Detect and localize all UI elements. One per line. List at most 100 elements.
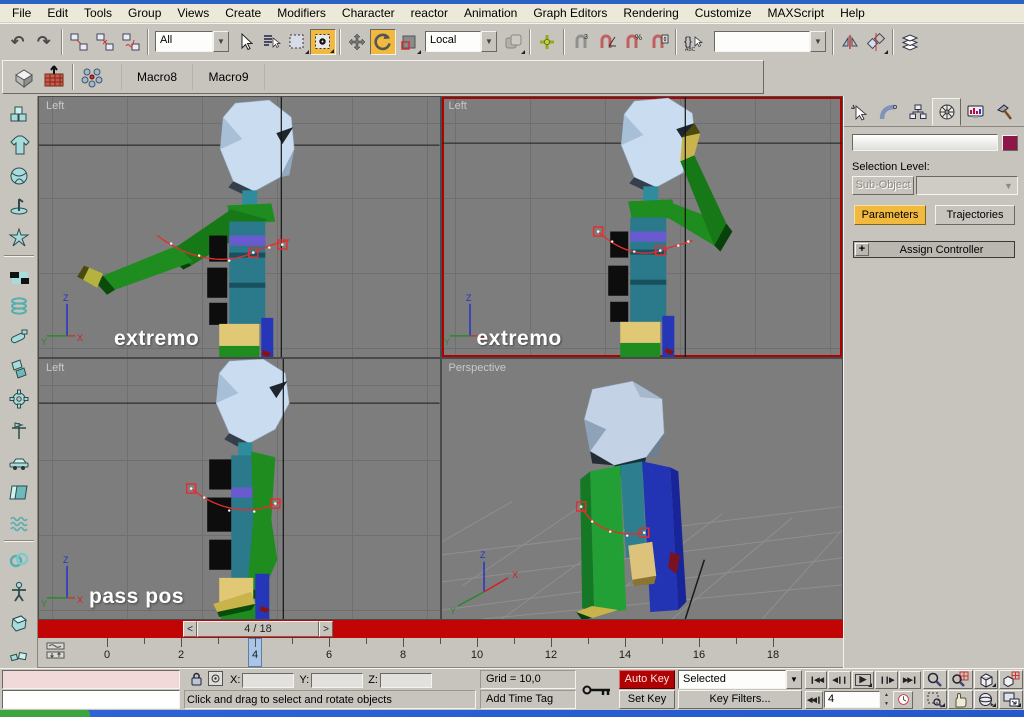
sidebar-checker-icon[interactable] (4, 260, 34, 289)
menu-modifiers[interactable]: Modifiers (269, 4, 334, 22)
character-extremo-forward[interactable] (77, 99, 295, 357)
track-bar[interactable]: 0 2 4 6 8 10 12 14 16 18 (38, 638, 843, 668)
link-button[interactable] (66, 29, 92, 55)
mirror-button[interactable] (837, 29, 863, 55)
sidebar-waves-icon[interactable] (4, 508, 34, 537)
max-box-icon[interactable] (9, 63, 39, 91)
absolute-mode-icon[interactable] (207, 670, 225, 690)
sidebar-spring-icon[interactable] (4, 291, 34, 320)
time-slider-next-button[interactable]: > (319, 621, 333, 637)
menu-file[interactable]: File (4, 4, 39, 22)
time-configuration-button[interactable] (893, 690, 913, 709)
object-color-swatch[interactable] (1002, 134, 1018, 151)
viewport-label[interactable]: Left (46, 100, 64, 112)
menu-reactor[interactable]: reactor (403, 4, 456, 22)
viewport-label[interactable]: Perspective (449, 362, 506, 374)
angle-snap-button[interactable] (594, 29, 620, 55)
panel-tab-modify[interactable] (874, 98, 903, 126)
unlink-button[interactable] (92, 29, 118, 55)
scale-button[interactable] (396, 29, 422, 55)
zoom-button[interactable] (923, 670, 948, 689)
tab-macro9[interactable]: Macro9 (193, 64, 265, 90)
viewport-label[interactable]: Left (46, 362, 64, 374)
selection-filter-dropdown[interactable]: All ▼ (155, 31, 229, 52)
sub-object-button[interactable]: Sub-Object (852, 176, 914, 195)
sidebar-ball-icon[interactable] (4, 161, 34, 190)
undo-button[interactable]: ↶ (6, 29, 32, 55)
time-slider[interactable]: 4 / 18 (197, 621, 319, 637)
add-time-tag-button[interactable]: Add Time Tag (480, 690, 576, 709)
sidebar-cubes-icon[interactable] (4, 99, 34, 128)
y-coordinate-field[interactable] (311, 672, 364, 688)
maxscript-mini-listener-pink[interactable] (2, 670, 180, 689)
snap-button[interactable]: 3 (568, 29, 594, 55)
tab-macro8[interactable]: Macro8 (121, 64, 193, 90)
viewport-label[interactable]: Left (449, 100, 467, 112)
time-slider-prev-button[interactable]: < (183, 621, 197, 637)
region-zoom-button[interactable] (923, 690, 948, 709)
layers-button[interactable] (897, 29, 923, 55)
panel-tab-hierarchy[interactable] (903, 98, 932, 126)
trajectories-tab[interactable]: Trajectories (935, 205, 1015, 225)
auto-key-button[interactable]: Auto Key (619, 670, 675, 689)
sidebar-vane-icon[interactable] (4, 415, 34, 444)
spinner-snap-button[interactable] (646, 29, 672, 55)
panel-tab-create[interactable] (845, 98, 874, 126)
zoom-extents-button[interactable] (973, 670, 998, 689)
viewport-top-left[interactable]: Z Y X Left extremo (39, 97, 440, 357)
menu-group[interactable]: Group (120, 4, 169, 22)
assign-controller-rollout[interactable]: + Assign Controller (853, 241, 1015, 258)
go-to-end-button[interactable]: ▶▶❙ (898, 670, 922, 689)
viewport-perspective[interactable]: Z X Y Perspective (441, 359, 842, 619)
sidebar-pin-icon[interactable] (4, 192, 34, 221)
coordinate-system-dropdown[interactable]: Local ▼ (425, 31, 497, 52)
chevron-down-icon[interactable]: ▼ (213, 31, 229, 52)
sidebar-star-icon[interactable] (4, 223, 34, 252)
play-button[interactable]: ▶ (851, 670, 875, 689)
sub-object-dropdown[interactable]: ▼ (916, 176, 1018, 195)
panel-tab-utilities[interactable] (990, 98, 1019, 126)
percent-snap-button[interactable]: % (620, 29, 646, 55)
menu-rendering[interactable]: Rendering (615, 4, 686, 22)
x-coordinate-field[interactable] (242, 672, 295, 688)
align-button[interactable] (863, 29, 889, 55)
menu-help[interactable]: Help (832, 4, 873, 22)
named-sets-button[interactable]: {} ABC (680, 29, 706, 55)
time-slider-track[interactable]: < 4 / 18 > (38, 620, 843, 638)
parameters-tab[interactable]: Parameters (854, 205, 926, 225)
menu-tools[interactable]: Tools (76, 4, 120, 22)
viewport-top-right[interactable]: Z Y X Left extremo (441, 97, 842, 357)
key-filter-scope-dropdown[interactable]: Selected ▼ (678, 670, 802, 689)
character-perspective[interactable] (575, 380, 686, 619)
key-filters-button[interactable]: Key Filters... (678, 690, 802, 709)
sidebar-shirt-icon[interactable] (4, 130, 34, 159)
start-button-edge[interactable] (0, 710, 90, 717)
previous-frame-button[interactable]: ◀❙❙ (828, 670, 851, 689)
sidebar-pages-icon[interactable] (4, 477, 34, 506)
menu-character[interactable]: Character (334, 4, 403, 22)
schematic-view-icon[interactable] (77, 63, 107, 91)
maxscript-mini-listener-white[interactable] (2, 690, 180, 709)
menu-views[interactable]: Views (169, 4, 217, 22)
grid-arrow-icon[interactable] (39, 63, 69, 91)
pan-button[interactable] (948, 690, 973, 709)
select-button[interactable] (232, 29, 258, 55)
chevron-down-icon[interactable]: ▼ (786, 670, 802, 689)
panel-tab-display[interactable] (961, 98, 990, 126)
set-key-button[interactable]: Set Key (619, 690, 675, 709)
sidebar-figure-icon[interactable] (4, 576, 34, 605)
next-frame-button[interactable]: ❙❙▶ (875, 670, 898, 689)
window-crossing-button[interactable] (310, 28, 336, 55)
zoom-extents-all-button[interactable] (998, 670, 1023, 689)
pivot-button[interactable] (500, 29, 526, 55)
menu-graph-editors[interactable]: Graph Editors (525, 4, 615, 22)
named-selection-dropdown[interactable]: ▼ (714, 31, 826, 52)
region-button[interactable] (284, 29, 310, 55)
redo-button[interactable]: ↷ (32, 29, 58, 55)
chevron-down-icon[interactable]: ▼ (810, 31, 826, 52)
track-ruler[interactable]: 0 2 4 6 8 10 12 14 16 18 (38, 638, 843, 667)
panel-tab-motion[interactable] (932, 98, 961, 126)
bind-button[interactable] (118, 29, 144, 55)
character-extremo-raised[interactable] (607, 97, 732, 357)
sidebar-cube-icon[interactable] (4, 607, 34, 636)
